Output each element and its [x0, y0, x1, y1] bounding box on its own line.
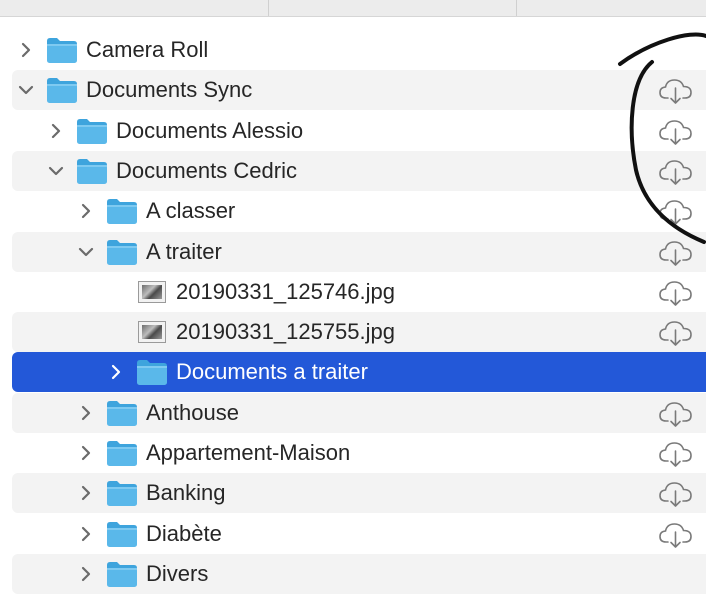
- folder-icon: [106, 439, 138, 467]
- folder-name: Documents Alessio: [116, 117, 304, 143]
- cloud-download-icon[interactable]: [658, 440, 694, 468]
- chevron-right-icon[interactable]: [76, 514, 96, 554]
- folder-name: Divers: [146, 560, 209, 586]
- folder-name: A classer: [146, 198, 236, 224]
- chevron-right-icon[interactable]: [76, 554, 96, 594]
- folder-icon: [76, 157, 108, 185]
- cloud-download-icon[interactable]: [658, 521, 694, 549]
- folder-row[interactable]: Appartement-Maison: [12, 433, 706, 473]
- cloud-download-icon[interactable]: [658, 158, 694, 186]
- folder-icon: [106, 238, 138, 266]
- folder-name: A traiter: [146, 238, 222, 264]
- folder-icon: [46, 36, 78, 64]
- folder-row[interactable]: Documents a traiter: [12, 352, 706, 393]
- toolbar-divider: [516, 0, 517, 16]
- chevron-right-icon[interactable]: [46, 111, 66, 151]
- chevron-down-icon[interactable]: [76, 232, 96, 272]
- cloud-download-icon[interactable]: [658, 279, 694, 307]
- image-file-icon: [138, 321, 166, 344]
- file-name: 20190331_125755.jpg: [176, 319, 396, 345]
- chevron-right-icon[interactable]: [76, 473, 96, 513]
- folder-row[interactable]: Diabète: [12, 514, 706, 554]
- folder-row[interactable]: Documents Cedric: [12, 150, 706, 191]
- folder-name: Documents a traiter: [176, 359, 368, 385]
- image-file-icon: [138, 280, 166, 303]
- folder-icon: [76, 117, 108, 145]
- folder-row[interactable]: Anthouse: [12, 392, 706, 433]
- cloud-download-icon[interactable]: [658, 77, 694, 105]
- file-row[interactable]: 20190331_125746.jpg: [12, 272, 706, 312]
- cloud-download-icon[interactable]: [658, 118, 694, 146]
- folder-row[interactable]: Banking: [12, 473, 706, 514]
- folder-row[interactable]: A classer: [12, 191, 706, 231]
- cloud-download-icon[interactable]: [658, 480, 694, 508]
- chevron-right-icon[interactable]: [76, 433, 96, 473]
- folder-row[interactable]: A traiter: [12, 231, 706, 272]
- folder-icon: [106, 520, 138, 548]
- folder-name: Documents Sync: [86, 77, 253, 103]
- folder-icon: [106, 399, 138, 427]
- cloud-download-icon[interactable]: [658, 198, 694, 226]
- chevron-right-icon[interactable]: [76, 191, 96, 231]
- folder-icon: [106, 197, 138, 225]
- chevron-down-icon[interactable]: [16, 70, 36, 110]
- toolbar-divider: [268, 0, 269, 16]
- chevron-right-icon[interactable]: [106, 352, 126, 392]
- folder-name: Appartement-Maison: [146, 440, 351, 465]
- folder-row[interactable]: Documents Sync: [12, 70, 706, 111]
- cloud-download-icon[interactable]: [658, 319, 694, 347]
- folder-row[interactable]: Camera Roll: [12, 30, 706, 70]
- folder-row[interactable]: Divers: [12, 553, 706, 594]
- chevron-right-icon[interactable]: [76, 393, 96, 433]
- folder-icon: [46, 76, 78, 104]
- folder-name: Banking: [146, 480, 226, 506]
- cloud-download-icon[interactable]: [658, 239, 694, 267]
- chevron-down-icon[interactable]: [46, 151, 66, 191]
- folder-icon: [136, 358, 168, 386]
- cloud-download-icon[interactable]: [658, 400, 694, 428]
- chevron-right-icon[interactable]: [16, 30, 36, 70]
- folder-name: Diabète: [146, 520, 222, 546]
- folder-name: Camera Roll: [86, 37, 209, 62]
- folder-icon: [106, 560, 138, 588]
- folder-row[interactable]: Documents Alessio: [12, 111, 706, 151]
- file-row[interactable]: 20190331_125755.jpg: [12, 312, 706, 353]
- folder-name: Documents Cedric: [116, 157, 297, 183]
- folder-icon: [106, 479, 138, 507]
- file-name: 20190331_125746.jpg: [176, 278, 396, 304]
- folder-name: Anthouse: [146, 399, 239, 425]
- toolbar-strip: [0, 0, 706, 17]
